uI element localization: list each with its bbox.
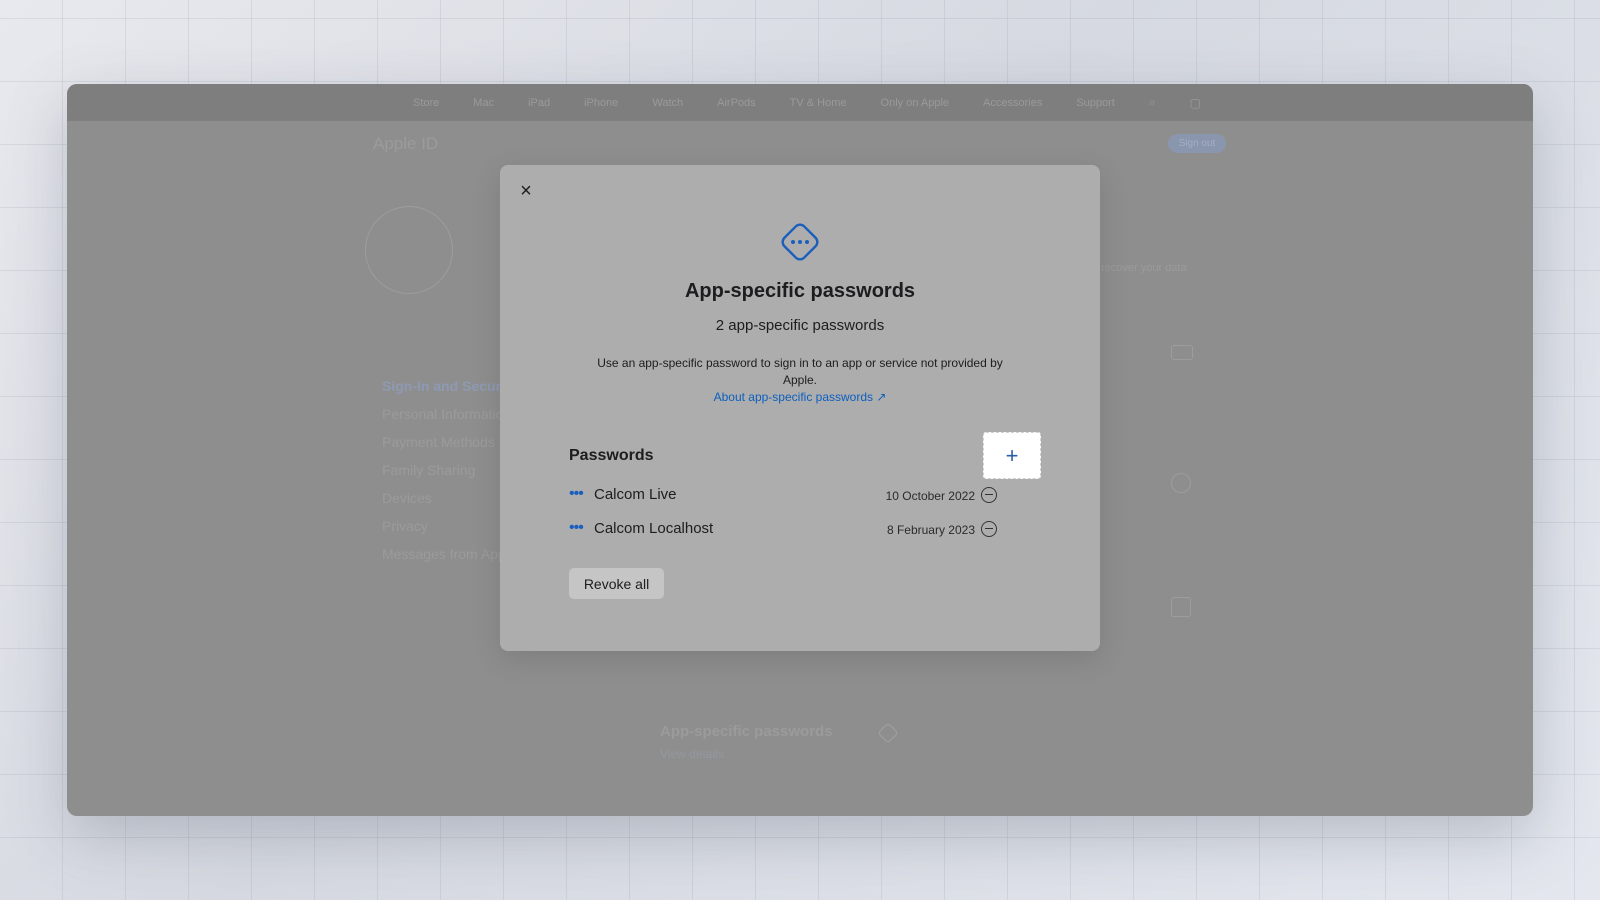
nav-item-iphone[interactable]: iPhone <box>584 97 618 109</box>
search-icon[interactable]: ⌕ <box>1149 95 1156 110</box>
password-name: Calcom Localhost <box>594 520 714 537</box>
device-icon <box>1171 597 1191 617</box>
bag-icon[interactable]: ▢ <box>1190 96 1201 110</box>
sidebar-item-personal-information[interactable]: Personal Information <box>382 406 511 422</box>
nav-item-ipad[interactable]: iPad <box>528 97 550 109</box>
nav-item-only-on-apple[interactable]: Only on Apple <box>881 97 950 109</box>
password-dots-icon: ••• <box>569 519 584 536</box>
nav-item-watch[interactable]: Watch <box>652 97 683 109</box>
app-passwords-dialog: × App-specific passwords 2 app-specific … <box>500 165 1100 651</box>
nav-item-tv-home[interactable]: TV & Home <box>790 97 847 109</box>
revoke-all-button[interactable]: Revoke all <box>569 568 664 599</box>
nav-item-airpods[interactable]: AirPods <box>717 97 756 109</box>
nav-item-support[interactable]: Support <box>1076 97 1115 109</box>
avatar <box>365 206 453 294</box>
app-passwords-card-icon <box>878 723 898 743</box>
remove-password-icon[interactable] <box>981 487 997 503</box>
dialog-description: Use an app-specific password to sign in … <box>597 356 1003 387</box>
password-name: Calcom Live <box>594 486 677 503</box>
app-password-icon <box>781 223 819 261</box>
password-dots-icon: ••• <box>569 485 584 502</box>
sidebar-item-messages[interactable]: Messages from Apple <box>382 546 517 562</box>
page-title: Apple ID <box>373 134 439 153</box>
dialog-title: App-specific passwords <box>684 280 916 302</box>
passwords-section-label: Passwords <box>569 447 654 464</box>
view-details-link[interactable]: View details <box>660 747 724 761</box>
nav-item-accessories[interactable]: Accessories <box>983 97 1042 109</box>
close-icon[interactable]: × <box>514 179 538 203</box>
sign-out-button[interactable]: Sign out <box>1168 134 1226 153</box>
sidebar-item-sign-in-security[interactable]: Sign-In and Security <box>382 378 517 394</box>
card-icon <box>1171 345 1193 360</box>
sidebar-item-devices[interactable]: Devices <box>382 490 432 506</box>
app-passwords-card-title: App-specific passwords <box>660 723 833 740</box>
password-row: ••• Calcom Localhost 8 February 2023 <box>569 517 1021 541</box>
password-count: 2 app-specific passwords <box>715 317 885 334</box>
global-nav: Store Mac iPad iPhone Watch AirPods TV &… <box>67 84 1533 121</box>
recover-data-text: recover your data <box>1101 262 1187 274</box>
add-password-button[interactable]: + <box>983 432 1041 479</box>
remove-password-icon[interactable] <box>981 521 997 537</box>
sidebar-item-privacy[interactable]: Privacy <box>382 518 428 534</box>
sidebar-item-payment-methods[interactable]: Payment Methods <box>382 434 495 450</box>
password-date: 10 October 2022 <box>885 489 975 503</box>
lifebuoy-icon <box>1171 473 1191 493</box>
global-nav-items: Store Mac iPad iPhone Watch AirPods TV &… <box>379 84 1235 121</box>
nav-item-mac[interactable]: Mac <box>473 97 494 109</box>
password-row: ••• Calcom Live 10 October 2022 <box>569 483 1021 507</box>
about-passwords-link[interactable]: About app-specific passwords ↗ <box>500 390 1100 404</box>
nav-item-store[interactable]: Store <box>413 97 439 109</box>
sidebar-item-family-sharing[interactable]: Family Sharing <box>382 462 475 478</box>
password-date: 8 February 2023 <box>886 523 975 537</box>
